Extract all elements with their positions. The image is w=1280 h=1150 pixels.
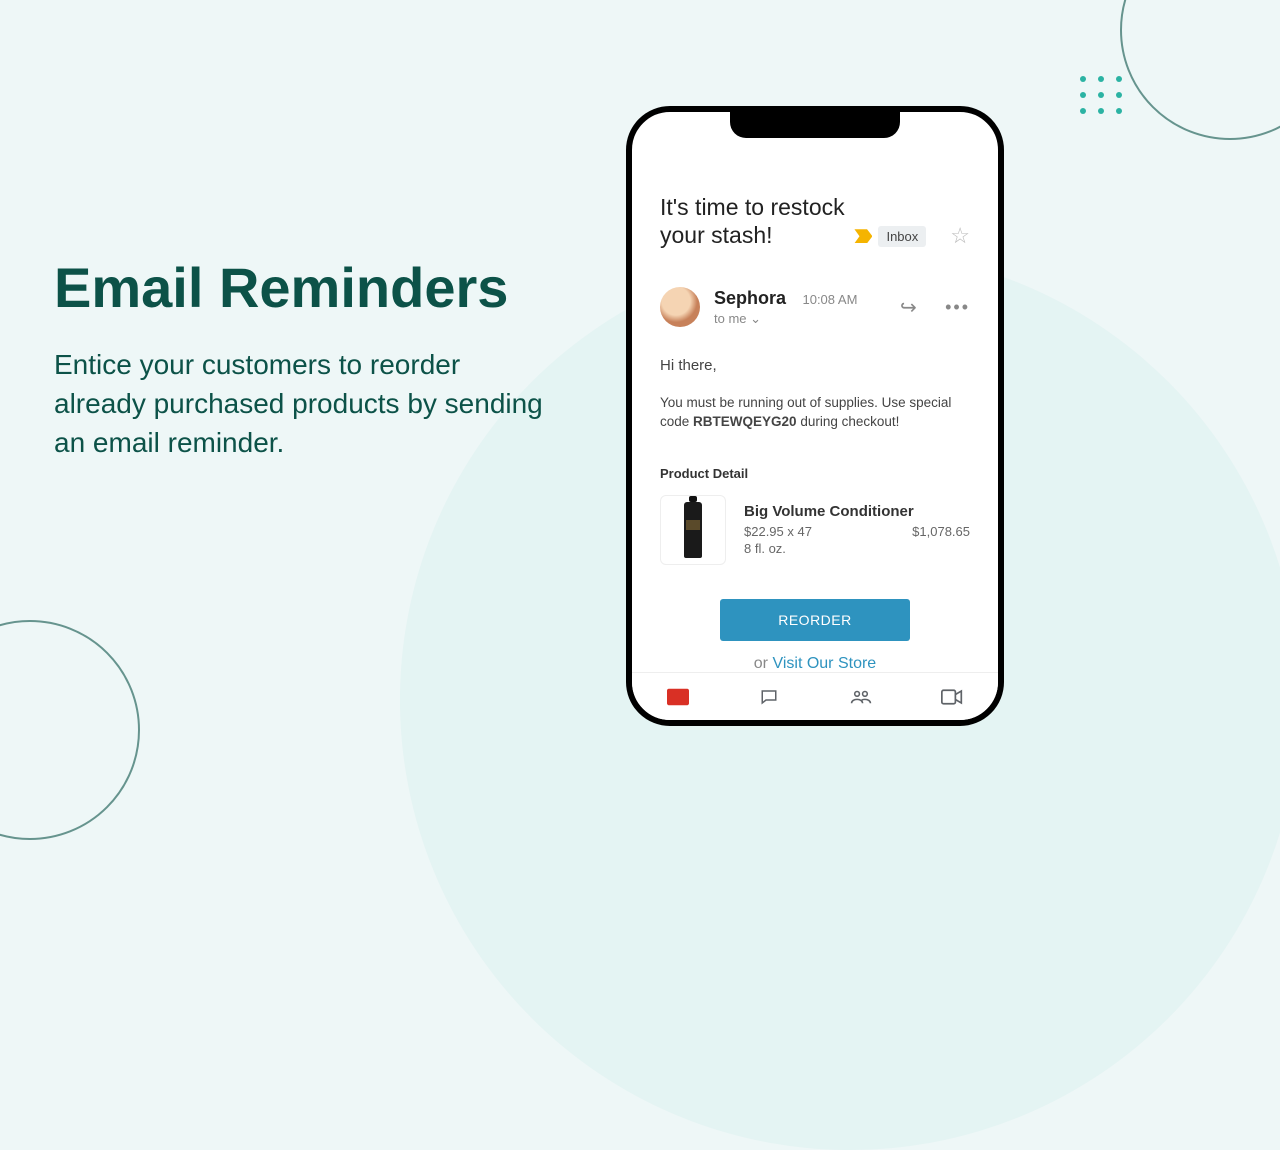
product-size: 8 fl. oz.	[744, 541, 970, 556]
star-icon[interactable]: ☆	[950, 223, 970, 249]
product-image	[660, 495, 726, 565]
reply-icon[interactable]: ↩	[900, 295, 917, 320]
more-icon[interactable]: •••	[945, 297, 970, 318]
total-price: $1,078.65	[912, 524, 970, 539]
page-title: Email Reminders	[54, 255, 508, 320]
sent-time: 10:08 AM	[802, 292, 857, 307]
chevron-down-icon: ⌄	[750, 311, 761, 326]
unit-price: $22.95 x 47	[744, 524, 812, 539]
email-body: You must be running out of supplies. Use…	[660, 394, 970, 432]
product-name: Big Volume Conditioner	[744, 503, 970, 520]
email-subject: It's time to restock your stash!	[660, 194, 854, 249]
people-icon[interactable]	[850, 688, 872, 706]
product-detail-label: Product Detail	[660, 466, 970, 481]
email-greeting: Hi there,	[660, 357, 970, 374]
visit-store-line: or Visit Our Store	[660, 655, 970, 673]
visit-store-link[interactable]: Visit Our Store	[772, 655, 876, 672]
decorative-arc	[1120, 0, 1280, 140]
decorative-circle-bl	[0, 620, 140, 840]
product-row: Big Volume Conditioner $22.95 x 47 $1,07…	[660, 495, 970, 565]
decorative-dot-grid	[1080, 76, 1124, 114]
sender-name: Sephora	[714, 288, 786, 309]
reorder-button[interactable]: REORDER	[720, 599, 910, 641]
page-subtitle: Entice your customers to reorder already…	[54, 345, 554, 463]
phone-frame: It's time to restock your stash! Inbox ☆…	[626, 106, 1004, 726]
promo-code: RBTEWQEYG20	[693, 414, 797, 429]
chat-icon[interactable]	[758, 688, 780, 706]
video-icon[interactable]	[941, 688, 963, 706]
bottom-tab-bar	[632, 672, 998, 720]
mail-icon[interactable]	[667, 688, 689, 706]
important-marker-icon[interactable]	[854, 229, 872, 243]
bottle-icon	[684, 502, 702, 558]
avatar[interactable]	[660, 287, 700, 327]
inbox-badge[interactable]: Inbox	[878, 226, 926, 247]
recipient-line[interactable]: to me ⌄	[714, 311, 886, 327]
